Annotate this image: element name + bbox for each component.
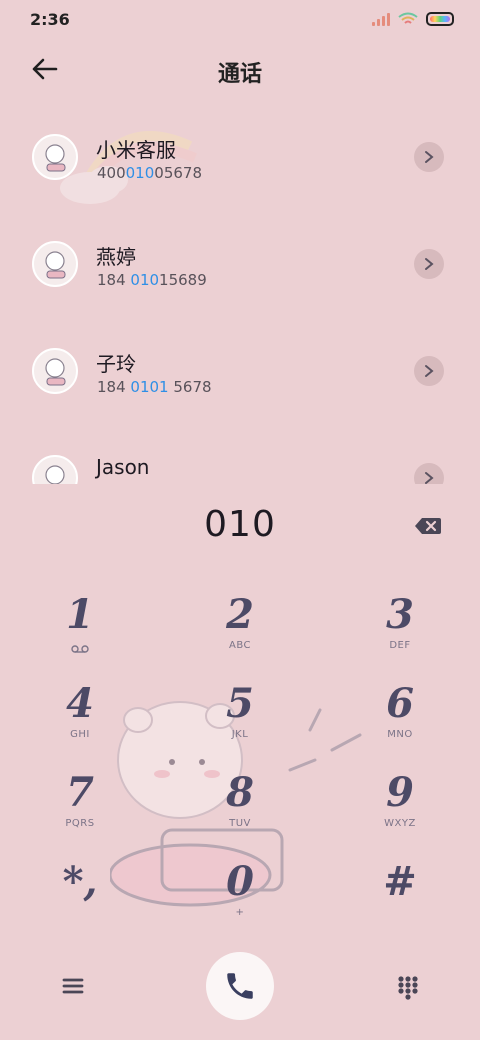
avatar	[32, 348, 78, 394]
key-2[interactable]: 2 ABC	[180, 592, 300, 672]
key-6[interactable]: 6 MNO	[340, 681, 460, 761]
contact-name: Jason	[96, 455, 150, 479]
status-time: 2:36	[30, 10, 70, 29]
page-title: 通话	[217, 62, 262, 87]
avatar	[32, 455, 78, 484]
battery-icon	[426, 12, 454, 26]
avatar	[32, 241, 78, 287]
status-icons	[372, 12, 454, 26]
chevron-right-icon[interactable]	[414, 356, 444, 386]
menu-icon[interactable]	[60, 974, 86, 998]
key-digit: 4	[66, 680, 94, 727]
key-digit: *,	[62, 858, 98, 905]
contact-number: 184 0101 5678	[97, 378, 212, 396]
key-4[interactable]: 4 GHI	[20, 681, 140, 761]
key-7[interactable]: 7 PQRS	[20, 770, 140, 850]
key-digit: #	[383, 858, 417, 905]
contact-name: 燕婷	[96, 245, 136, 269]
contact-row[interactable]: Jason	[0, 425, 480, 484]
key-letters: TUV	[229, 818, 251, 829]
key-digit: 8	[226, 769, 254, 816]
phone-icon	[227, 973, 253, 999]
call-button[interactable]	[206, 952, 274, 1020]
key-digit: 0	[226, 858, 254, 905]
key-1[interactable]: 1	[20, 592, 140, 672]
chevron-right-icon[interactable]	[414, 463, 444, 484]
contact-row[interactable]: 燕婷 184 01015689	[0, 211, 480, 318]
key-hash[interactable]: #	[340, 859, 460, 939]
contact-row[interactable]: 小米客服 40001005678	[0, 104, 480, 211]
contact-row[interactable]: 子玲 184 0101 5678	[0, 318, 480, 425]
contact-list: 小米客服 40001005678 燕婷 184 01015689 子玲 184 …	[0, 104, 480, 484]
key-digit: 5	[226, 680, 254, 727]
contact-name: 子玲	[96, 352, 136, 376]
key-5[interactable]: 5 JKL	[180, 681, 300, 761]
voicemail-icon	[71, 645, 89, 653]
key-letters: JKL	[231, 729, 249, 740]
status-bar: 2:36	[0, 0, 480, 40]
signal-icon	[372, 12, 390, 26]
key-digit: 7	[66, 769, 94, 816]
key-digit: 9	[386, 769, 414, 816]
bottom-bar	[0, 944, 480, 1040]
key-8[interactable]: 8 TUV	[180, 770, 300, 850]
chevron-right-icon[interactable]	[414, 249, 444, 279]
backspace-icon[interactable]	[414, 516, 442, 536]
key-3[interactable]: 3 DEF	[340, 592, 460, 672]
key-letters: +	[235, 907, 245, 918]
contact-name: 小米客服	[96, 138, 176, 162]
key-digit: 1	[66, 591, 94, 638]
key-0[interactable]: 0 +	[180, 859, 300, 939]
wifi-icon	[398, 12, 418, 24]
contact-number: 40001005678	[97, 164, 202, 182]
key-digit: 2	[226, 591, 254, 638]
key-letters: GHI	[70, 729, 90, 740]
key-letters: ABC	[228, 640, 251, 651]
dial-input[interactable]: 010	[0, 504, 480, 545]
key-digit: 3	[386, 591, 414, 638]
key-digit: 6	[386, 680, 414, 727]
contact-number: 184 01015689	[97, 271, 207, 289]
key-9[interactable]: 9 WXYZ	[340, 770, 460, 850]
key-letters: PQRS	[65, 818, 95, 829]
key-letters: WXYZ	[384, 818, 416, 829]
key-star[interactable]: *,	[20, 859, 140, 939]
chevron-right-icon[interactable]	[414, 142, 444, 172]
top-bar: 通话	[0, 40, 480, 100]
key-letters: DEF	[389, 640, 411, 651]
avatar	[32, 134, 78, 180]
dialpad-icon[interactable]	[396, 974, 420, 1002]
key-letters: MNO	[387, 729, 413, 740]
